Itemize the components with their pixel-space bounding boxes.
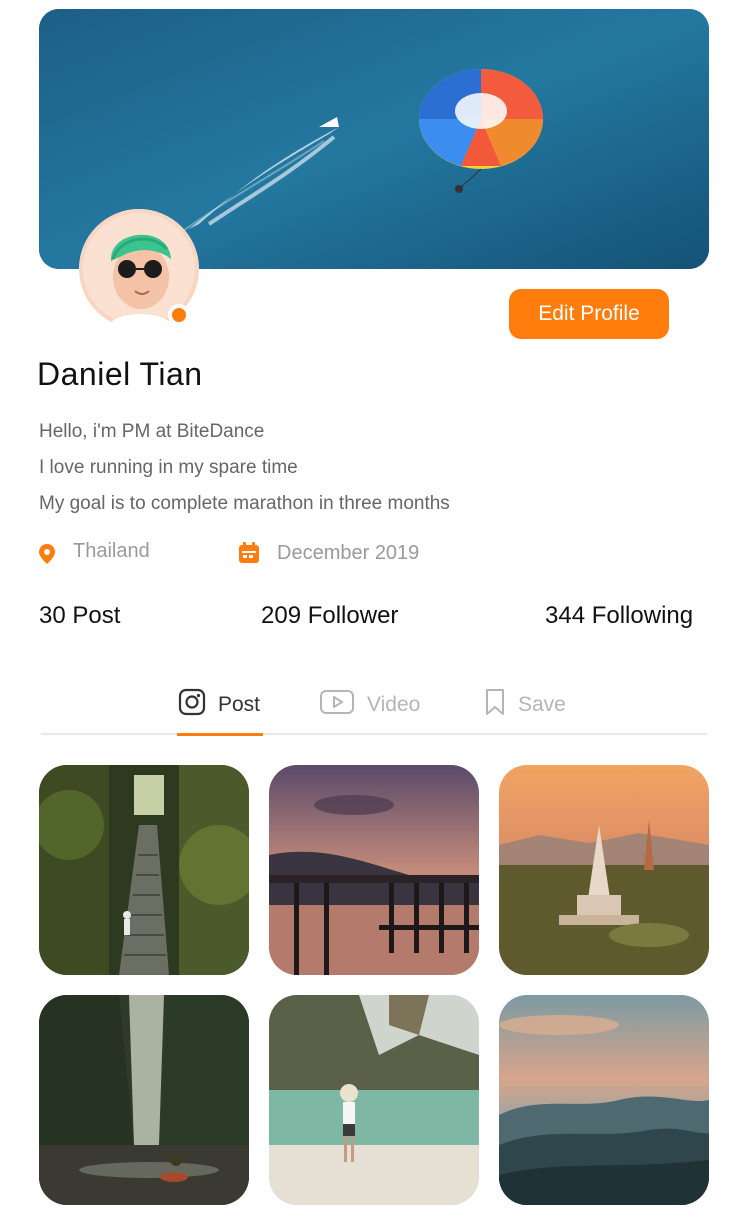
active-tab-indicator [177,733,263,736]
followers-count[interactable]: 209 Follower [261,602,398,630]
bio-line: Hello, i'm PM at BiteDance [39,421,265,442]
online-status-dot [168,304,190,326]
profile-bio: Hello, i'm PM at BiteDance I love runnin… [39,420,450,528]
post-thumbnail-forest-stairs[interactable] [39,765,249,975]
tab-label: Post [218,693,261,716]
post-thumbnail-beach-woman[interactable] [269,995,479,1205]
post-thumbnail-temple[interactable] [499,765,709,975]
bookmark-icon [484,688,506,722]
following-count[interactable]: 344 Following [545,602,693,630]
location-pin-icon [38,543,56,570]
location-text: Thailand [73,540,150,562]
profile-tabs: Post Video Save [41,675,707,736]
profile-name: Daniel Tian [37,356,203,392]
tab-post[interactable]: Post [178,675,260,735]
post-thumbnail-river-canyon[interactable] [39,995,249,1205]
bio-line: My goal is to complete marathon in three… [39,493,450,514]
instagram-icon [178,688,206,722]
post-thumbnail-mountain-sunset[interactable] [499,995,709,1205]
tab-label: Save [518,693,566,716]
tab-save[interactable]: Save [484,675,566,735]
play-icon [319,689,355,721]
joined-date-text: December 2019 [277,542,420,564]
tab-video[interactable]: Video [319,675,420,735]
tab-label: Video [367,693,421,716]
posts-count[interactable]: 30 Post [39,602,120,630]
post-thumbnail-sunset-pier[interactable] [269,765,479,975]
bio-line: I love running in my spare time [39,457,298,478]
avatar[interactable] [79,209,199,329]
calendar-icon [238,542,260,569]
edit-profile-button[interactable]: Edit Profile [509,289,669,339]
